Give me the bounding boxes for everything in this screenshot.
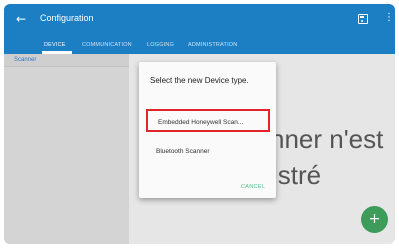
tab-logging[interactable]: LOGGING xyxy=(147,42,174,48)
empty-message-line-1: nner n'est xyxy=(270,124,384,154)
app-toolbar: ← Configuration ⋮ DEVICE COMMUNICATION L… xyxy=(4,4,395,54)
device-type-dialog: Select the new Device type. Embedded Hon… xyxy=(139,62,276,198)
plus-icon: + xyxy=(368,211,381,227)
tab-communication[interactable]: COMMUNICATION xyxy=(82,42,132,48)
option-label: Embedded Honeywell Scan... xyxy=(158,119,244,126)
page-title: Configuration xyxy=(40,13,94,23)
tab-device[interactable]: DEVICE xyxy=(44,42,66,48)
option-label: Bluetooth Scanner xyxy=(156,148,210,155)
dialog-title: Select the new Device type. xyxy=(150,76,249,85)
cancel-button[interactable]: CANCEL xyxy=(241,184,265,190)
sidebar-item-scanner[interactable]: Scanner xyxy=(4,54,129,67)
more-vertical-icon[interactable]: ⋮ xyxy=(384,12,394,23)
empty-message-line-2: istré xyxy=(272,160,322,190)
sidebar: Scanner xyxy=(4,54,129,244)
option-bluetooth-scanner[interactable]: Bluetooth Scanner xyxy=(146,140,270,163)
arrow-left-icon[interactable]: ← xyxy=(16,12,26,26)
add-button[interactable]: + xyxy=(361,206,388,233)
tab-administration[interactable]: ADMINISTRATION xyxy=(188,42,237,48)
device-screen: ← Configuration ⋮ DEVICE COMMUNICATION L… xyxy=(4,4,395,244)
sidebar-item-label: Scanner xyxy=(14,57,37,63)
option-embedded-honeywell-scanner[interactable]: Embedded Honeywell Scan... xyxy=(146,109,270,132)
save-icon[interactable] xyxy=(358,14,368,24)
